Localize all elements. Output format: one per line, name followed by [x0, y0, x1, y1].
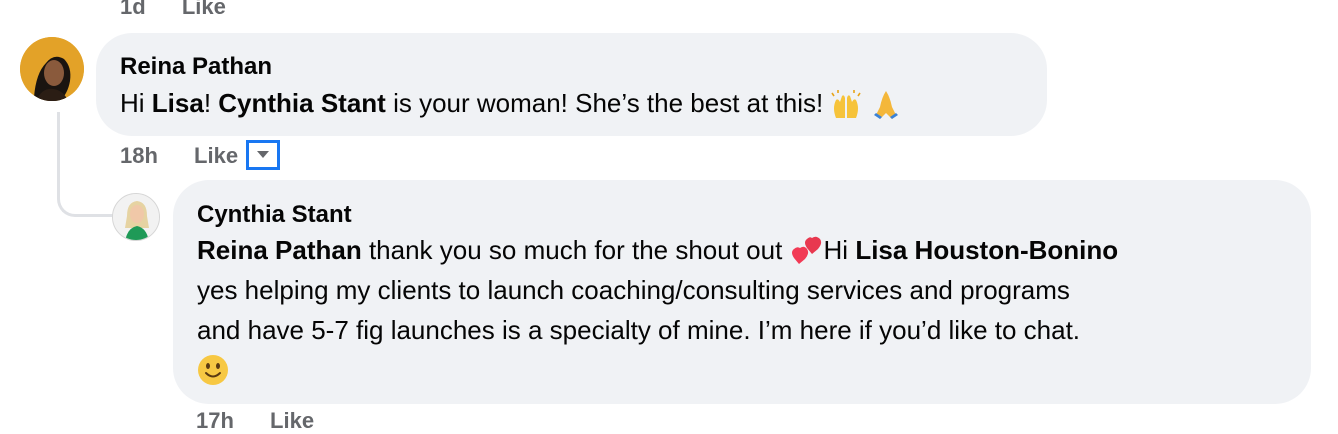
folded-hands-icon	[873, 91, 898, 120]
like-button[interactable]: Like	[270, 408, 314, 434]
reply-text-part: thank you so much for the shout out	[361, 235, 790, 265]
comment-text-part: is your woman! She’s the best at this!	[385, 88, 831, 118]
smiling-face-icon	[198, 355, 228, 385]
caret-down-icon	[257, 151, 269, 158]
comment-options-dropdown[interactable]	[246, 140, 280, 170]
mention-reina-pathan[interactable]: Reina Pathan	[197, 235, 362, 265]
reply-line-1: Reina Pathan thank you so much for the s…	[197, 230, 1297, 270]
raising-hands-icon	[831, 90, 862, 119]
reply-text: Reina Pathan thank you so much for the s…	[197, 230, 1297, 397]
comment-text-part: Hi	[120, 88, 152, 118]
thread-connector-line	[57, 112, 116, 217]
reply-text-part: Hi	[823, 235, 856, 265]
reply-meta: 17h Like	[196, 408, 314, 434]
reply-line-2: yes helping my clients to launch coachin…	[197, 275, 1070, 305]
avatar-photo	[113, 194, 159, 240]
reply-line-4	[197, 354, 1297, 397]
mention-lisa-houston-bonino[interactable]: Lisa Houston-Bonino	[855, 235, 1118, 265]
avatar[interactable]	[20, 37, 84, 101]
timestamp[interactable]: 17h	[196, 408, 234, 434]
avatar-photo	[20, 37, 84, 101]
comment-text: Hi Lisa! Cynthia Stant is your woman! Sh…	[120, 83, 902, 123]
like-button[interactable]: Like	[182, 0, 226, 20]
comment-author[interactable]: Reina Pathan	[120, 53, 272, 81]
mention-lisa[interactable]: Lisa	[152, 88, 204, 118]
reply-bubble: Cynthia Stant Reina Pathan thank you so …	[173, 180, 1311, 404]
comment-bubble: Reina Pathan Hi Lisa! Cynthia Stant is y…	[96, 33, 1047, 136]
mention-cynthia-stant[interactable]: Cynthia Stant	[218, 88, 386, 118]
reply-author[interactable]: Cynthia Stant	[197, 201, 352, 229]
reply-line-3: and have 5-7 fig launches is a specialty…	[197, 315, 1081, 345]
avatar[interactable]	[112, 193, 160, 241]
timestamp[interactable]: 18h	[120, 143, 158, 169]
two-hearts-icon	[791, 236, 821, 265]
comment-meta: 18h Like	[120, 143, 238, 169]
comment-text-part: !	[203, 88, 219, 118]
previous-comment-meta: 1d Like	[120, 0, 226, 20]
like-button[interactable]: Like	[194, 143, 238, 169]
timestamp[interactable]: 1d	[120, 0, 146, 20]
